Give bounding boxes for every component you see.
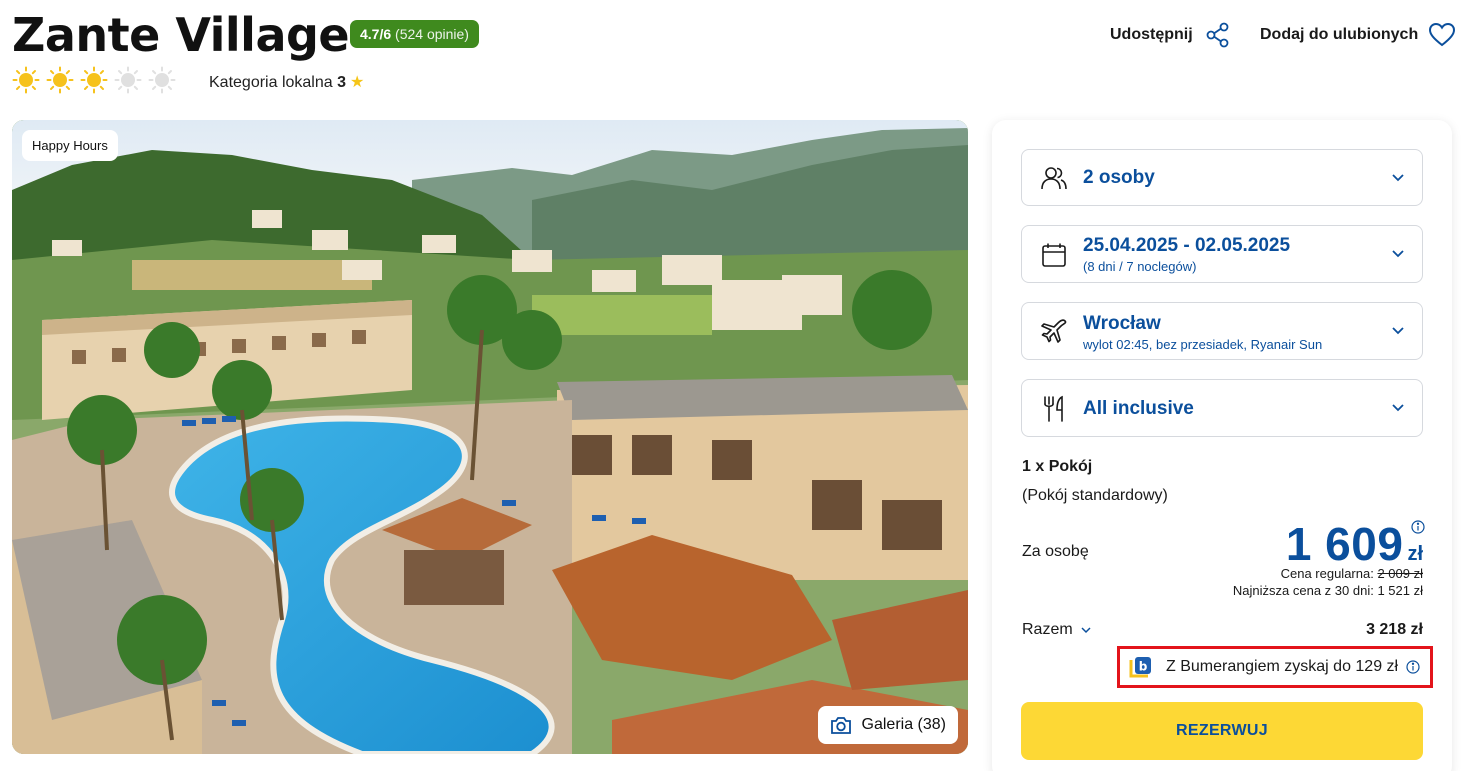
total-value: 3 218 zł	[1366, 621, 1423, 638]
sun-icon-filled	[12, 66, 40, 94]
gallery-label: Galeria (38)	[861, 716, 946, 733]
regular-price: Cena regularna: 2 009 zł	[1281, 566, 1423, 581]
board-select[interactable]: All inclusive	[1021, 379, 1423, 437]
plane-icon	[1040, 318, 1068, 346]
lowest-price-value: 1 521 zł	[1377, 583, 1423, 598]
chevron-down-icon	[1392, 327, 1404, 335]
boomerang-text: Z Bumerangiem zyskaj do 129 zł	[1166, 658, 1399, 675]
lowest-price-label: Najniższa cena z 30 dni:	[1232, 583, 1374, 598]
sun-icon-empty	[114, 66, 142, 94]
star-icon: ★	[350, 74, 365, 91]
departure-city: Wrocław	[1083, 313, 1161, 334]
calendar-icon	[1040, 241, 1068, 269]
info-icon[interactable]	[1406, 660, 1420, 674]
boomerang-logo-icon: b	[1129, 657, 1151, 678]
share-button[interactable]: Udostępnij	[1110, 22, 1231, 48]
local-category-value: 3	[337, 74, 346, 91]
departure-select[interactable]: Wrocław wylot 02:45, bez przesiadek, Rya…	[1021, 302, 1423, 360]
dates-value: 25.04.2025 - 02.05.2025	[1083, 235, 1291, 256]
rating-score: 4.7/6	[360, 26, 392, 42]
hotel-title: Zante Village	[12, 8, 350, 62]
rating-count: (524 opinie)	[395, 26, 469, 42]
hotel-photo-image	[12, 120, 968, 754]
price-per-person: 1 609 zł	[1285, 518, 1425, 570]
price-value: 1 609	[1285, 518, 1404, 570]
happy-hours-badge: Happy Hours	[22, 130, 118, 161]
regular-price-label: Cena regularna:	[1280, 566, 1374, 581]
room-title: 1 x Pokój	[1022, 458, 1093, 475]
local-category: Kategoria lokalna 3 ★	[209, 72, 364, 92]
dates-duration: (8 dni / 7 noclegów)	[1083, 259, 1197, 274]
lowest-price: Najniższa cena z 30 dni: 1 521 zł	[1233, 583, 1423, 598]
regular-price-value: 2 009 zł	[1377, 566, 1423, 581]
sun-icon-empty	[148, 66, 176, 94]
board-value: All inclusive	[1083, 398, 1194, 419]
dates-select[interactable]: 25.04.2025 - 02.05.2025 (8 dni / 7 nocle…	[1021, 225, 1423, 283]
gallery-button[interactable]: Galeria (38)	[817, 706, 958, 744]
room-type: (Pokój standardowy)	[1022, 487, 1168, 504]
total-label: Razem	[1022, 621, 1073, 638]
sun-icon-filled	[46, 66, 74, 94]
share-icon	[1206, 22, 1229, 48]
travelers-value: 2 osoby	[1083, 167, 1155, 188]
heart-icon	[1429, 22, 1456, 47]
booking-panel: 2 osoby 25.04.2025 - 02.05.2025 (8 dni /…	[992, 120, 1452, 771]
share-label: Udostępnij	[1110, 26, 1193, 43]
per-person-label: Za osobę	[1022, 543, 1089, 560]
total-toggle[interactable]: Razem	[1022, 621, 1091, 639]
travelers-select[interactable]: 2 osoby	[1021, 149, 1423, 206]
sun-rating	[12, 66, 176, 94]
boomerang-promo[interactable]: b Z Bumerangiem zyskaj do 129 zł	[1117, 646, 1433, 688]
chevron-down-icon	[1081, 626, 1091, 633]
camera-icon	[830, 717, 851, 734]
hotel-photo[interactable]: Happy Hours Galeria (38)	[12, 120, 968, 754]
departure-details: wylot 02:45, bez przesiadek, Ryanair Sun	[1083, 337, 1323, 352]
favorite-button[interactable]: Dodaj do ulubionych	[1260, 22, 1456, 48]
people-icon	[1040, 164, 1068, 192]
sun-icon-filled	[80, 66, 108, 94]
cutlery-icon	[1040, 395, 1068, 423]
svg-text:b: b	[1139, 660, 1148, 674]
local-category-label: Kategoria lokalna	[209, 74, 333, 91]
chevron-down-icon	[1392, 173, 1404, 181]
rating-badge: 4.7/6 (524 opinie)	[350, 20, 479, 48]
favorite-label: Dodaj do ulubionych	[1260, 26, 1419, 43]
reserve-button[interactable]: REZERWUJ	[1021, 702, 1423, 760]
chevron-down-icon	[1392, 250, 1404, 258]
chevron-down-icon	[1392, 404, 1404, 412]
info-icon[interactable]	[1411, 520, 1425, 534]
